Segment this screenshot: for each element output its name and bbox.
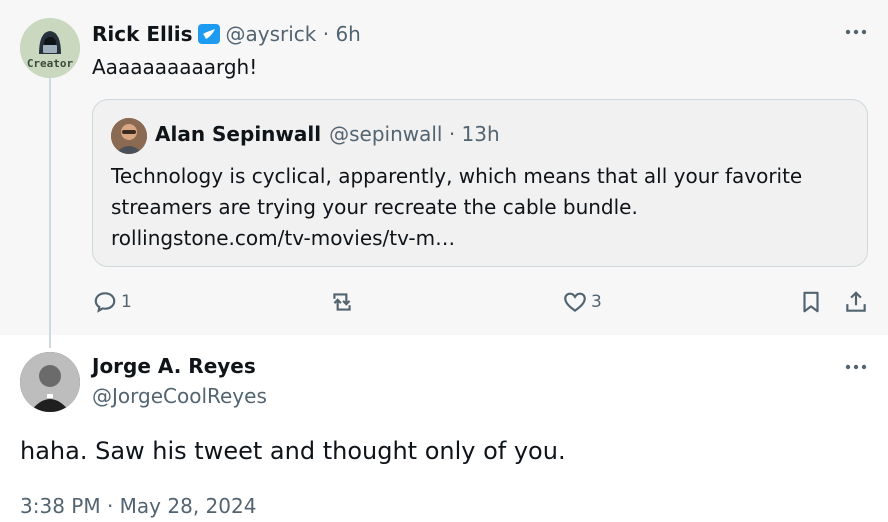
reply-count: 1 <box>121 292 132 312</box>
bookmark-icon <box>803 291 819 313</box>
bookmark-button[interactable] <box>798 284 824 320</box>
person-avatar-icon <box>20 352 80 412</box>
heart-icon <box>564 292 586 313</box>
reply-author-handle[interactable]: @JorgeCoolReyes <box>92 384 267 408</box>
tweet-header: Rick Ellis @aysrick · 6h <box>92 20 361 48</box>
quoted-tweet[interactable]: Alan Sepinwall @sepinwall · 13h Technolo… <box>92 99 868 267</box>
reply-icon <box>94 292 116 313</box>
reply-button[interactable]: 1 <box>92 284 132 320</box>
reply-text: haha. Saw his tweet and thought only of … <box>20 437 566 465</box>
verified-badge-icon <box>197 24 220 44</box>
person-avatar-icon <box>111 118 147 154</box>
quote-link[interactable]: rollingstone.com/tv-movies/tv-m… <box>111 223 851 254</box>
author-name[interactable]: Rick Ellis <box>92 22 193 46</box>
reply-author-name[interactable]: Jorge A. Reyes <box>92 354 256 378</box>
quote-header: Alan Sepinwall @sepinwall · 13h <box>155 122 500 146</box>
tweet-text: Aaaaaaaaaargh! <box>92 55 258 79</box>
quote-author-name[interactable]: Alan Sepinwall <box>155 122 321 146</box>
quote-text-line: Technology is cyclical, apparently, whic… <box>111 164 803 188</box>
quote-author-handle-time[interactable]: @sepinwall · 13h <box>329 122 500 146</box>
tweet-actions: 1 3 <box>92 284 868 320</box>
thread-connector-line <box>49 78 51 348</box>
avatar[interactable]: Creator <box>20 18 80 78</box>
retweet-icon <box>333 293 351 311</box>
reply-timestamp[interactable]: 3:38 PM · May 28, 2024 <box>20 494 256 518</box>
like-count: 3 <box>591 292 602 312</box>
more-options-icon[interactable] <box>844 27 868 37</box>
quote-text: Technology is cyclical, apparently, whic… <box>111 161 851 254</box>
author-handle-time[interactable]: @aysrick · 6h <box>226 22 361 46</box>
creator-label: Creator <box>26 57 74 70</box>
more-options-icon[interactable] <box>844 362 868 372</box>
share-icon <box>846 291 866 312</box>
share-button[interactable] <box>843 284 869 320</box>
retweet-button[interactable] <box>329 284 355 320</box>
reply-avatar[interactable] <box>20 352 80 412</box>
quote-text-line: streamers are trying your recreate the c… <box>111 195 638 219</box>
parent-tweet[interactable]: Creator Rick Ellis @aysrick · 6h Aaaaaaa… <box>0 0 888 348</box>
quote-avatar[interactable] <box>111 118 147 154</box>
like-button[interactable]: 3 <box>562 284 602 320</box>
